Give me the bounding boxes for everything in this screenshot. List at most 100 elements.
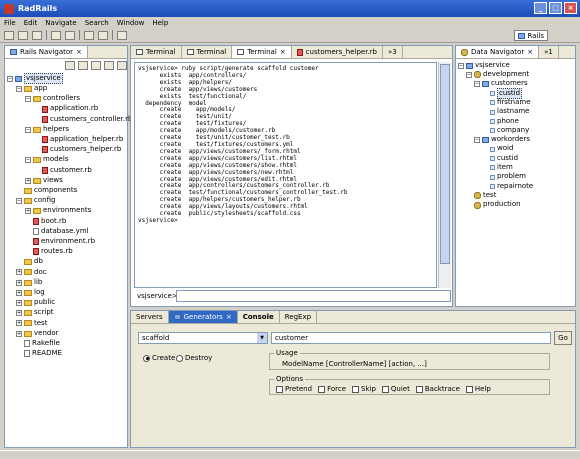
expand-icon[interactable]: + <box>16 289 22 296</box>
tree-item[interactable]: − development <box>466 70 529 79</box>
expand-icon[interactable]: + <box>16 320 22 327</box>
data-navigator-tab[interactable]: Data Navigator × <box>456 46 540 58</box>
tree-item[interactable]: + test <box>16 319 47 328</box>
tree-item[interactable]: routes.rb <box>25 247 73 256</box>
backtrace-checkbox[interactable]: Backtrace <box>415 385 460 393</box>
pretend-checkbox[interactable]: Pretend <box>276 385 312 393</box>
wand-icon[interactable] <box>117 30 127 40</box>
expand-icon[interactable]: + <box>16 330 22 337</box>
console-tab[interactable]: Console <box>238 311 280 323</box>
tree-item[interactable]: − vsjservice <box>458 61 510 70</box>
tree-item[interactable]: firstname <box>482 98 531 107</box>
generator-select[interactable]: scaffold ▼ <box>138 332 268 344</box>
close-icon[interactable]: × <box>527 48 533 56</box>
menu-navigate[interactable]: Navigate <box>45 19 76 27</box>
tree-item[interactable]: customers_helper.rb <box>34 145 121 154</box>
collapse-icon[interactable]: − <box>25 157 31 164</box>
collapse-all-icon[interactable] <box>104 61 114 70</box>
tree-item[interactable]: components <box>16 186 77 195</box>
tree-item[interactable]: application_helper.rb <box>34 135 123 144</box>
tree-item[interactable]: Rakefile <box>16 339 60 348</box>
tree-item[interactable]: customers_controller.rb <box>34 115 132 124</box>
tree-item[interactable]: application.rb <box>34 104 98 114</box>
run-server-icon[interactable] <box>84 30 94 40</box>
tree-item[interactable]: + script <box>16 308 54 318</box>
perspective-switcher[interactable]: Rails <box>514 30 548 41</box>
collapse-icon[interactable]: − <box>466 71 472 78</box>
tree-item[interactable]: production <box>466 200 521 210</box>
back-icon[interactable] <box>65 61 75 70</box>
collapse-icon[interactable]: − <box>474 136 480 143</box>
print-icon[interactable] <box>32 30 42 40</box>
tree-item[interactable]: db <box>16 257 43 267</box>
expand-icon[interactable]: + <box>16 279 22 286</box>
skip-checkbox[interactable]: Skip <box>352 385 376 393</box>
help-checkbox[interactable]: Help <box>465 385 491 393</box>
menu-window[interactable]: Window <box>117 19 145 27</box>
tree-item[interactable]: phone <box>482 117 519 126</box>
tree-item[interactable]: database.yml <box>25 227 89 236</box>
tree-item[interactable]: + vendor <box>16 329 59 338</box>
close-button[interactable]: × <box>564 2 577 14</box>
tree-item[interactable]: + public <box>16 298 55 307</box>
tree-item[interactable]: repairnote <box>482 182 533 191</box>
terminal-scrollbar[interactable] <box>438 62 451 288</box>
terminal-tab-2[interactable]: Terminal <box>182 46 233 58</box>
expand-icon[interactable]: + <box>25 208 31 215</box>
customers-helper-tab[interactable]: customers_helper.rb <box>292 46 383 58</box>
menu-search[interactable]: Search <box>85 19 109 27</box>
tree-item[interactable]: + environments <box>25 206 91 216</box>
globe-icon[interactable] <box>65 30 75 40</box>
tree-item[interactable]: custid <box>482 154 518 163</box>
tree-item[interactable]: company <box>482 126 529 135</box>
tree-item[interactable]: customer.rb <box>34 166 92 175</box>
close-icon[interactable]: × <box>76 48 82 56</box>
expand-icon[interactable]: + <box>16 299 22 306</box>
database-icon[interactable] <box>51 30 61 40</box>
expand-icon[interactable]: + <box>16 310 22 317</box>
generator-name-input[interactable]: customer <box>271 332 551 344</box>
minimize-button[interactable]: _ <box>534 2 547 14</box>
generators-tab[interactable]: Generators × <box>168 311 238 323</box>
go-button[interactable]: Go <box>554 331 572 345</box>
tree-item[interactable]: item <box>482 163 513 172</box>
tree-item[interactable]: + log <box>16 288 45 297</box>
collapse-icon[interactable]: − <box>16 85 22 92</box>
collapse-icon[interactable]: − <box>25 126 31 133</box>
tree-item[interactable]: − controllers <box>25 94 80 103</box>
tree-item[interactable]: test <box>466 191 496 200</box>
terminal-tab-3[interactable]: Terminal × <box>232 46 292 58</box>
terminal-tab-1[interactable]: Terminal <box>131 46 182 58</box>
collapse-icon[interactable]: − <box>16 197 22 204</box>
tree-item[interactable]: − workorders <box>474 135 530 144</box>
expand-icon[interactable]: + <box>16 269 22 276</box>
force-checkbox[interactable]: Force <box>318 385 346 393</box>
more-views-button[interactable]: »1 <box>539 46 559 58</box>
create-radio[interactable]: Create <box>143 354 175 362</box>
tree-item[interactable]: − app <box>16 84 47 93</box>
save-icon[interactable] <box>18 30 28 40</box>
close-icon[interactable]: × <box>226 313 232 321</box>
link-editor-icon[interactable] <box>117 61 127 70</box>
tree-item[interactable]: environment.rb <box>25 237 95 246</box>
terminal-input[interactable] <box>176 290 451 302</box>
chevron-down-icon[interactable]: ▼ <box>257 333 267 343</box>
rails-navigator-tab[interactable]: Rails Navigator × <box>5 46 88 58</box>
terminal-output[interactable]: vsjservice> ruby script/generate scaffol… <box>134 62 437 288</box>
up-icon[interactable] <box>91 61 101 70</box>
more-tabs-button[interactable]: »3 <box>383 46 403 58</box>
servers-tab[interactable]: Servers <box>131 311 169 323</box>
tree-item[interactable]: − helpers <box>25 125 69 134</box>
tree-item[interactable]: − models <box>25 155 68 165</box>
close-icon[interactable]: × <box>280 48 286 56</box>
maximize-button[interactable]: □ <box>549 2 562 14</box>
forward-icon[interactable] <box>78 61 88 70</box>
tree-item[interactable]: − config <box>16 196 55 205</box>
tree-item[interactable]: problem <box>482 172 526 182</box>
tree-item[interactable]: README <box>16 349 62 358</box>
collapse-icon[interactable]: − <box>458 62 464 69</box>
expand-icon[interactable]: + <box>25 177 31 184</box>
tree-item[interactable]: boot.rb <box>25 217 66 226</box>
tree-item[interactable]: + lib <box>16 278 42 287</box>
tree-item[interactable]: − vsjservice <box>7 72 63 85</box>
